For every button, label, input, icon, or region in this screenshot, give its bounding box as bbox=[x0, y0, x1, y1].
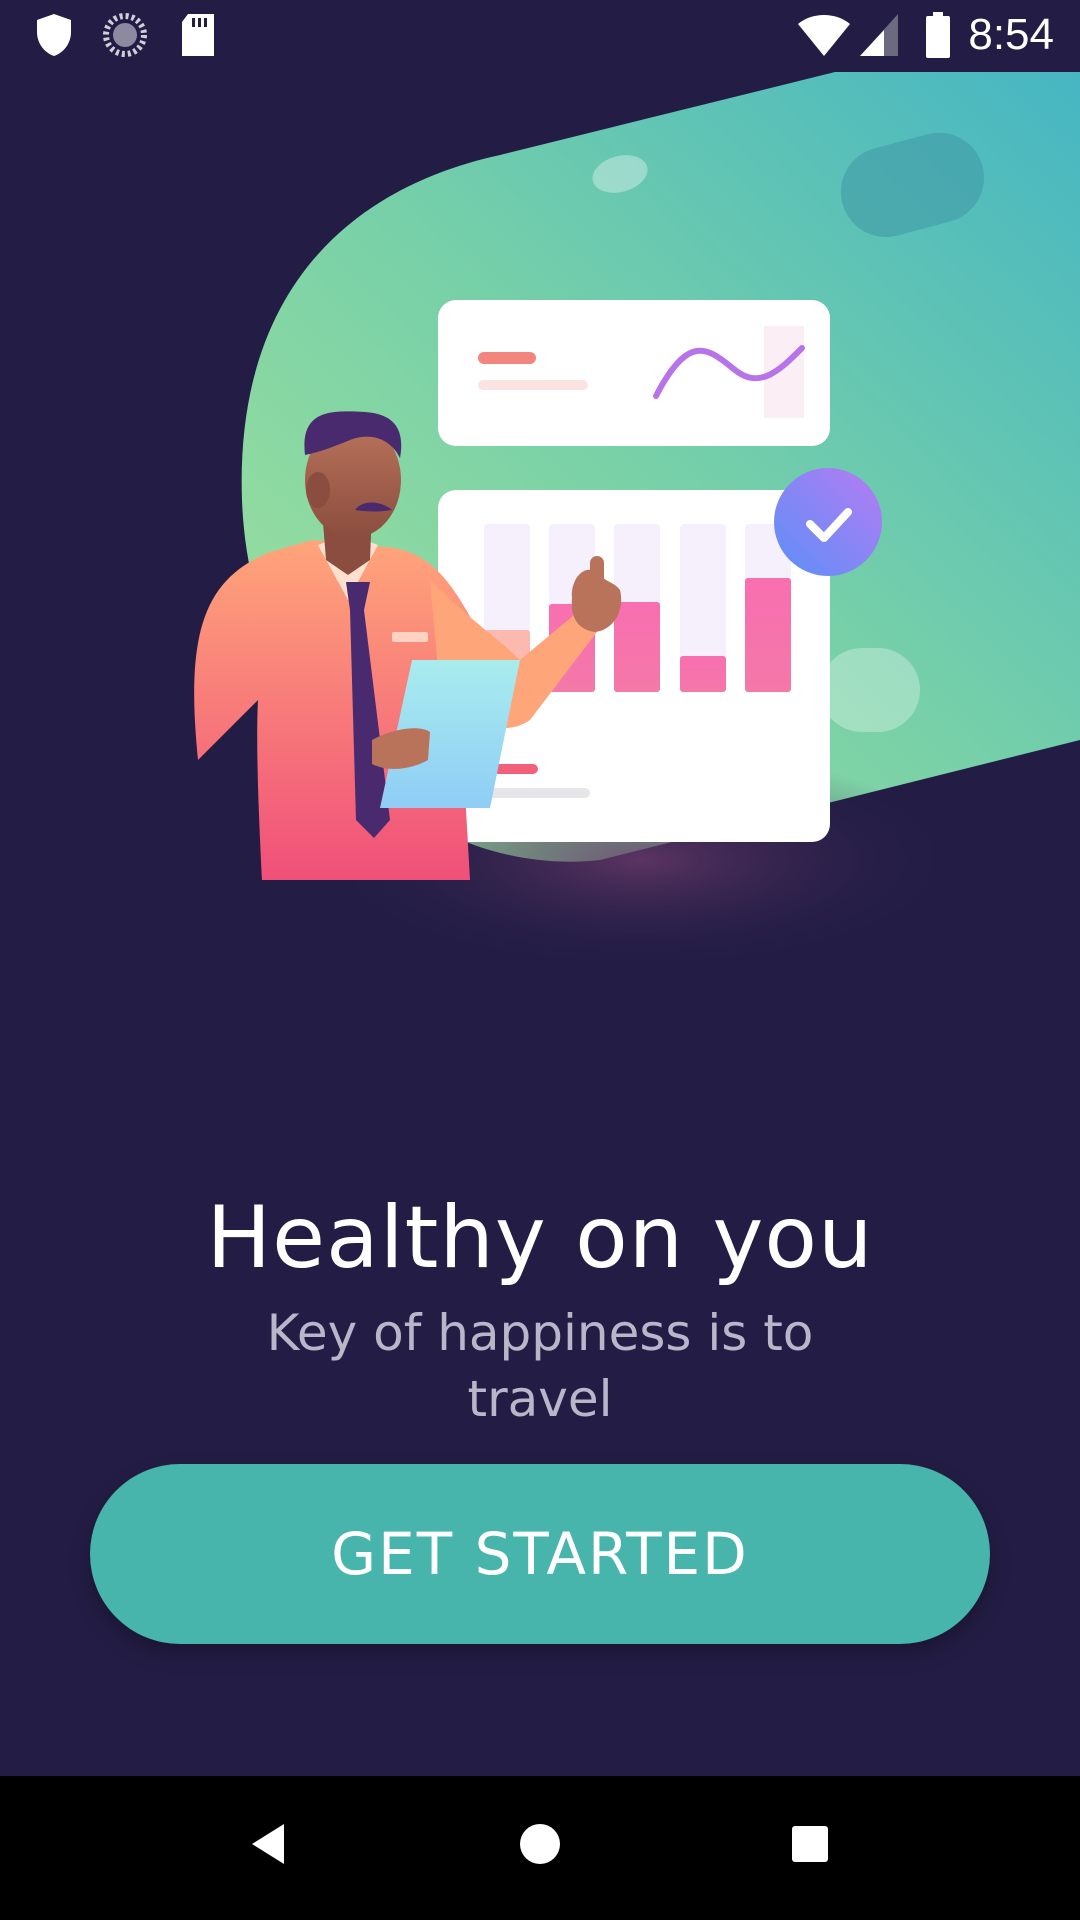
sync-icon bbox=[102, 12, 148, 62]
cellular-signal-icon bbox=[858, 12, 900, 62]
get-started-button[interactable]: GET STARTED bbox=[90, 1464, 990, 1644]
back-icon[interactable] bbox=[248, 1816, 288, 1876]
system-nav-bar bbox=[0, 1776, 1080, 1920]
page-subtitle: Key of happiness is to travel bbox=[266, 1304, 814, 1428]
battery-icon bbox=[924, 12, 952, 64]
wifi-icon bbox=[796, 12, 852, 62]
page-title: Healthy on you bbox=[206, 1187, 874, 1288]
sd-card-icon bbox=[178, 12, 218, 62]
onboarding-illustration bbox=[0, 60, 1080, 980]
shield-icon bbox=[34, 12, 74, 62]
home-icon[interactable] bbox=[520, 1816, 560, 1876]
status-time: 8:54 bbox=[968, 10, 1054, 59]
recents-icon[interactable] bbox=[790, 1816, 830, 1876]
